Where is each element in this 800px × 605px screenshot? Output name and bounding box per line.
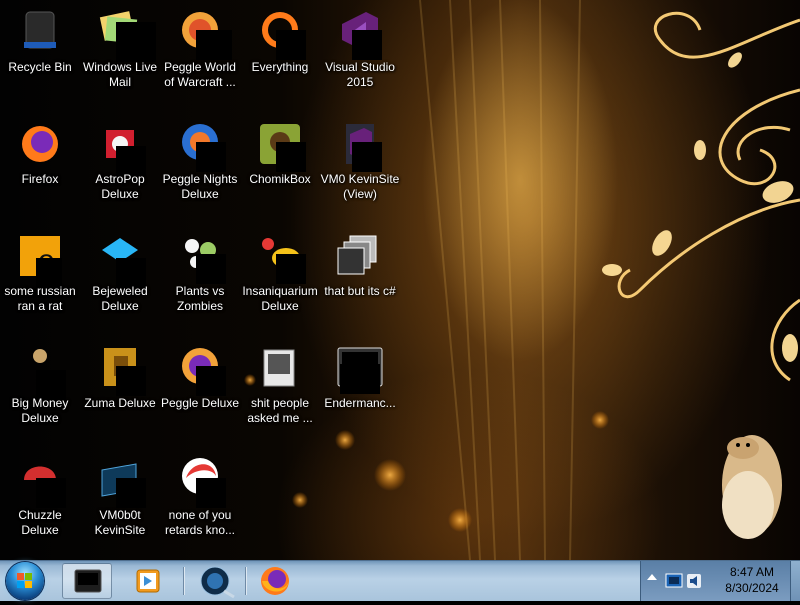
folder-icon — [256, 344, 304, 392]
recycle-bin-icon — [16, 8, 64, 56]
desktop-icon[interactable]: Zuma Deluxe — [80, 338, 160, 438]
desktop-icon[interactable]: VM0b0t KevinSite — [80, 450, 160, 550]
desktop-icon[interactable]: Insaniquarium Deluxe — [240, 226, 320, 326]
desktop-icon[interactable]: Peggle Nights Deluxe — [160, 114, 240, 214]
desktop-icon-label: Endermanc... — [324, 396, 396, 410]
taskbar-firefox-button[interactable] — [250, 563, 300, 599]
desktop-icon[interactable]: Windows Live Mail — [80, 2, 160, 102]
desktop-icon[interactable]: Big Money Deluxe — [0, 338, 80, 438]
action-center-icon[interactable] — [665, 573, 683, 588]
redaction-box — [196, 142, 226, 172]
redaction-box — [196, 30, 232, 60]
volume-icon[interactable] — [687, 574, 701, 588]
desktop-icon[interactable]: Endermanc... — [320, 338, 400, 438]
desktop-icon-label: Windows Live Mail — [82, 60, 158, 89]
redaction-box — [196, 478, 226, 508]
desktop-icon-label: Firefox — [21, 172, 59, 186]
desktop-icon-label: Peggle Deluxe — [160, 396, 240, 410]
desktop-icon-label: Bejeweled Deluxe — [92, 284, 148, 313]
start-button[interactable] — [6, 562, 44, 600]
redaction-box — [196, 366, 226, 396]
desktop-icon-label: shit people asked me ... — [247, 396, 313, 425]
desktop-icon[interactable]: AstroPop Deluxe — [80, 114, 160, 214]
desktop-icon[interactable]: Plants vs Zombies — [160, 226, 240, 326]
show-hidden-icons-arrow-icon[interactable] — [647, 574, 657, 580]
desktop-icon[interactable]: Peggle World of Warcraft ... — [160, 2, 240, 102]
system-tray: 8:47 AM 8/30/2024 — [640, 561, 800, 601]
desktop-icon-label: Insaniquarium Deluxe — [242, 284, 318, 313]
desktop-icon[interactable]: Chuzzle Deluxe — [0, 450, 80, 550]
desktop-icon[interactable]: Everything — [240, 2, 320, 102]
taskbar-separator — [183, 567, 184, 595]
desktop-icon-label: Peggle World of Warcraft ... — [164, 60, 236, 89]
desktop-icon-label: AstroPop Deluxe — [95, 172, 145, 201]
desktop-icon[interactable]: VM0 KevinSite (View) — [320, 114, 400, 214]
desktop-icon-label: Plants vs Zombies — [175, 284, 225, 313]
taskbar-terminal-button[interactable] — [62, 563, 112, 599]
desktop-icon-label: VM0b0t KevinSite — [94, 508, 146, 537]
desktop-icon-label: VM0 KevinSite (View) — [320, 172, 400, 201]
desktop-icon[interactable]: esome russian ran a rat — [0, 226, 80, 326]
desktop-icon[interactable]: that but its c# — [320, 226, 400, 326]
redaction-box — [352, 30, 382, 60]
desktop-icon-label: some russian ran a rat — [4, 284, 76, 313]
windows-logo-icon — [17, 573, 32, 588]
desktop-icon-label: Big Money Deluxe — [11, 396, 69, 425]
hamster-figure — [722, 435, 782, 539]
taskbar-network-button[interactable] — [190, 563, 240, 599]
firefox-icon — [16, 120, 64, 168]
desktop-icon-label: Chuzzle Deluxe — [18, 508, 62, 537]
redaction-box — [340, 364, 380, 394]
redaction-box — [116, 366, 146, 396]
redaction-box — [116, 22, 156, 62]
desktop-icon[interactable]: Firefox — [0, 114, 80, 214]
redaction-box — [276, 254, 306, 284]
taskbar-media-player-button[interactable] — [122, 563, 172, 599]
shortcut-icon — [336, 232, 384, 280]
desktop-icon-label: none of you retards kno... — [164, 508, 236, 537]
taskbar-separator — [245, 567, 246, 595]
desktop-icon-label: ChomikBox — [249, 172, 311, 186]
desktop-icon-label: that but its c# — [324, 284, 396, 298]
desktop-icon[interactable]: Peggle Deluxe — [160, 338, 240, 438]
media-player-icon — [136, 569, 160, 593]
taskbar: 8:47 AM 8/30/2024 — [0, 560, 800, 601]
tray-icons — [665, 573, 701, 588]
desktop[interactable]: Recycle Bin Windows Live Mail Peggle World… — [0, 0, 800, 560]
desktop-icon-label: Peggle Nights Deluxe — [162, 172, 238, 201]
clock-date[interactable]: 8/30/2024 — [711, 581, 793, 595]
desktop-icon[interactable]: shit people asked me ... — [240, 338, 320, 438]
desktop-icon-label: Visual Studio 2015 — [325, 60, 395, 89]
desktop-icon-label: Recycle Bin — [8, 60, 72, 74]
redaction-box — [276, 142, 306, 172]
desktop-icon-label: Everything — [251, 60, 309, 74]
desktop-icon[interactable]: Bejeweled Deluxe — [80, 226, 160, 326]
clock-time[interactable]: 8:47 AM — [711, 565, 793, 579]
desktop-icon-label: Zuma Deluxe — [84, 396, 156, 410]
firefox-icon — [261, 567, 289, 595]
redaction-box — [196, 254, 226, 284]
desktop-icon[interactable]: none of you retards kno... — [160, 450, 240, 550]
network-icon — [200, 566, 235, 599]
redaction-box — [36, 478, 66, 508]
redaction-box — [116, 478, 146, 508]
desktop-icon[interactable]: Visual Studio 2015 — [320, 2, 400, 102]
redaction-box — [352, 142, 382, 172]
show-desktop-button[interactable] — [790, 561, 800, 601]
desktop-icon[interactable]: ChomikBox — [240, 114, 320, 214]
desktop-icon[interactable]: Recycle Bin — [0, 2, 80, 102]
terminal-icon — [74, 569, 102, 593]
redaction-box — [276, 30, 306, 60]
